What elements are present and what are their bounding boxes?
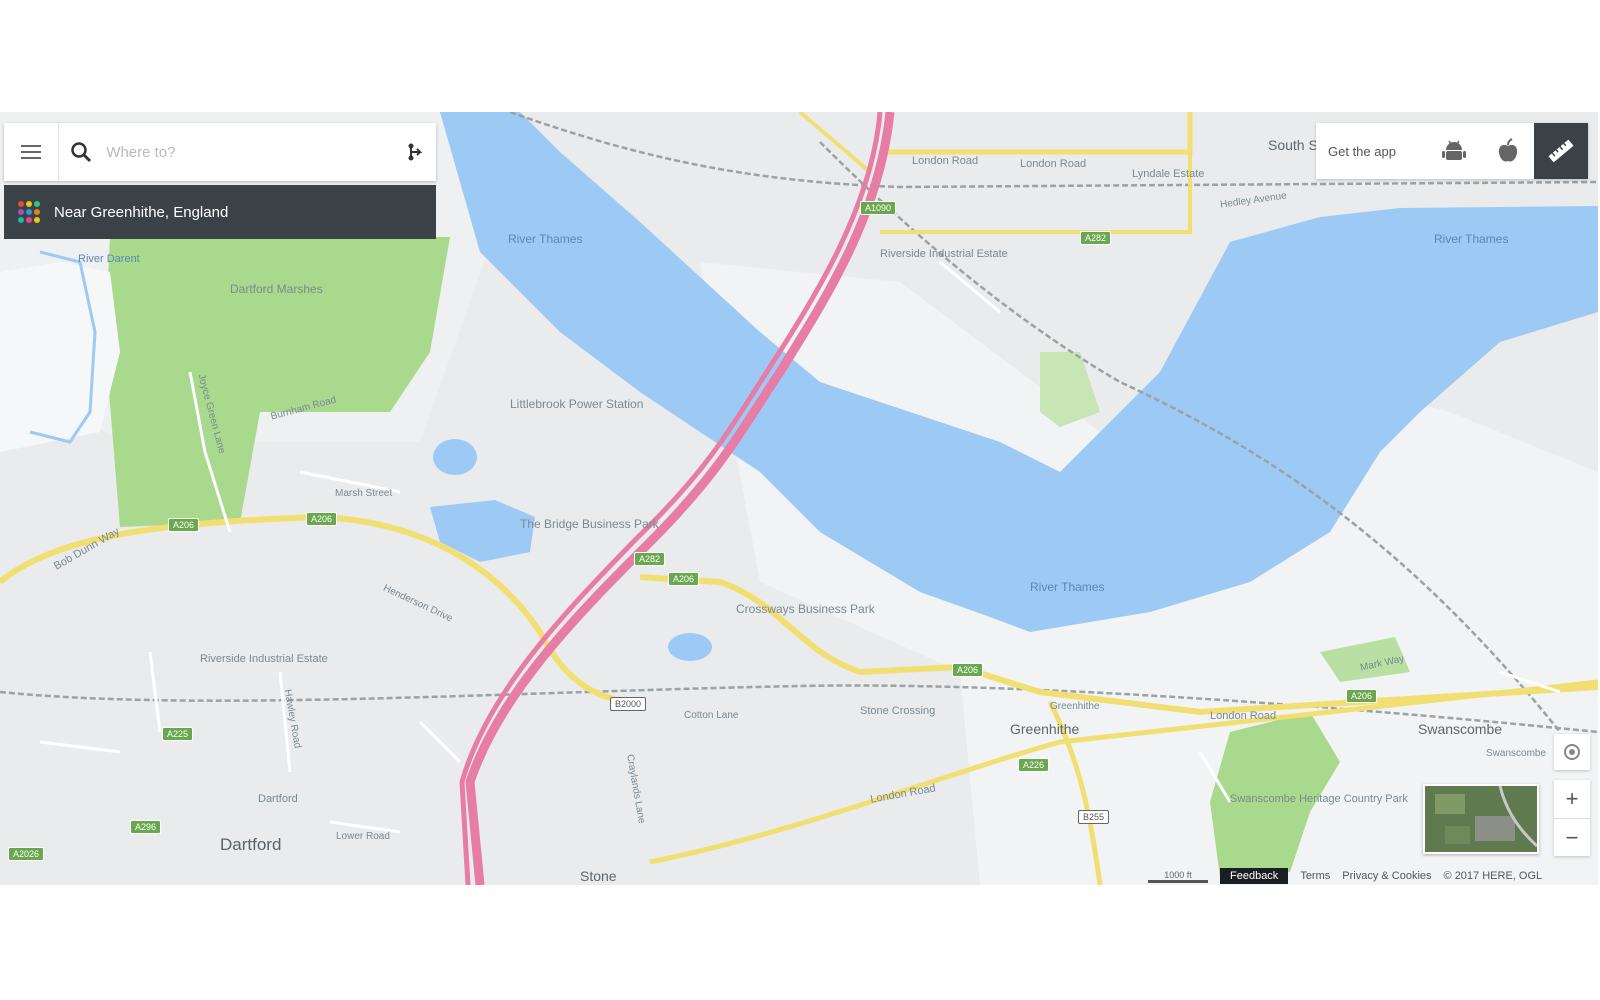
zoom-out-icon: − (1565, 825, 1579, 850)
android-icon (1442, 140, 1467, 160)
shield-a296: A296 (130, 820, 162, 834)
menu-icon (20, 145, 41, 159)
locate-button[interactable] (1554, 734, 1590, 770)
scale-bar: 1000 ft (1148, 870, 1208, 883)
privacy-link[interactable]: Privacy & Cookies (1342, 870, 1431, 882)
search-input[interactable] (104, 142, 397, 162)
zoom-out-button[interactable]: − (1554, 819, 1590, 857)
scale-line (1148, 879, 1208, 883)
measure-button[interactable] (1534, 123, 1588, 179)
menu-button[interactable] (4, 123, 59, 181)
zoom-in-icon: + (1565, 786, 1579, 811)
label-swanscombe: Swanscombe (1418, 721, 1503, 737)
shield-a225: A225 (162, 727, 194, 741)
app-bar: Get the app (1316, 123, 1588, 179)
route-button[interactable] (396, 142, 436, 162)
label-riverside-north: Riverside Industrial Estate (880, 248, 1008, 260)
shield-a1090: A1090 (860, 201, 897, 215)
shield-a206-5: A206 (1346, 689, 1378, 703)
label-dartford-marshes: Dartford Marshes (230, 282, 323, 296)
label-dartford: Dartford (220, 835, 282, 854)
label-stone: Stone (580, 868, 617, 884)
label-crossways: Crossways Business Park (736, 602, 875, 616)
route-icon (408, 143, 423, 161)
label-river-darent: River Darent (78, 253, 140, 265)
road-lower-road: Lower Road (336, 831, 390, 842)
map-footer: 1000 ft Feedback Terms Privacy & Cookies… (1148, 867, 1542, 885)
label-dartford-station: Dartford (258, 793, 298, 805)
label-bridge-park: The Bridge Business Park (520, 517, 659, 531)
satellite-view-toggle[interactable] (1423, 784, 1539, 854)
satellite-thumbnail-icon (1425, 786, 1537, 852)
road-london-road-1: London Road (912, 155, 979, 167)
road-marsh-street: Marsh Street (335, 488, 393, 499)
shield-a282-n: A282 (1080, 231, 1112, 245)
search-icon (71, 142, 92, 163)
label-swanscombe-station: Swanscombe (1486, 748, 1547, 759)
shield-a226: A226 (1018, 758, 1050, 772)
zoom-in-button[interactable]: + (1554, 780, 1590, 819)
locate-icon (1564, 744, 1580, 760)
ruler-icon (1548, 139, 1574, 163)
label-littlebrook: Littlebrook Power Station (510, 397, 644, 411)
location-label: Near Greenhithe, England (54, 203, 229, 221)
search-panel (4, 123, 436, 181)
shield-a206-3: A206 (668, 572, 700, 586)
here-logo-icon (18, 201, 40, 223)
get-app-label: Get the app (1328, 143, 1396, 159)
label-stone-crossing: Stone Crossing (860, 705, 936, 717)
label-swanscombe-park: Swanscombe Heritage Country Park (1230, 793, 1408, 805)
feedback-button[interactable]: Feedback (1220, 868, 1289, 884)
label-river-thames-3: River Thames (1030, 580, 1105, 594)
apple-button[interactable] (1481, 123, 1535, 179)
shield-b255: B255 (1078, 810, 1110, 824)
terms-link[interactable]: Terms (1300, 870, 1330, 882)
label-river-thames-2: River Thames (1434, 232, 1509, 246)
search-icon-wrap (59, 141, 105, 163)
shield-a206-1: A206 (168, 518, 200, 532)
shield-a282-s: A282 (634, 552, 666, 566)
location-bar[interactable]: Near Greenhithe, England (4, 185, 436, 239)
android-button[interactable] (1427, 123, 1481, 179)
shield-a2026: A2026 (8, 847, 45, 861)
zoom-controls: + − (1554, 780, 1590, 856)
label-river-thames-1: River Thames (508, 232, 583, 246)
apple-icon (1498, 138, 1517, 162)
label-greenhithe-station: Greenhithe (1050, 701, 1100, 712)
label-lyndale: Lyndale Estate (1132, 168, 1205, 180)
label-greenhithe: Greenhithe (1010, 721, 1080, 737)
shield-a206-4: A206 (952, 663, 984, 677)
label-riverside-south: Riverside Industrial Estate (200, 653, 328, 665)
road-london-road-2: London Road (1020, 158, 1087, 170)
road-cotton-lane: Cotton Lane (684, 710, 739, 721)
shield-a206-2: A206 (306, 512, 338, 526)
copyright-text: © 2017 HERE, OGL (1443, 870, 1543, 882)
shield-b2000: B2000 (610, 697, 647, 711)
road-london-road-4: London Road (1210, 710, 1277, 722)
scale-label: 1000 ft (1164, 869, 1192, 880)
